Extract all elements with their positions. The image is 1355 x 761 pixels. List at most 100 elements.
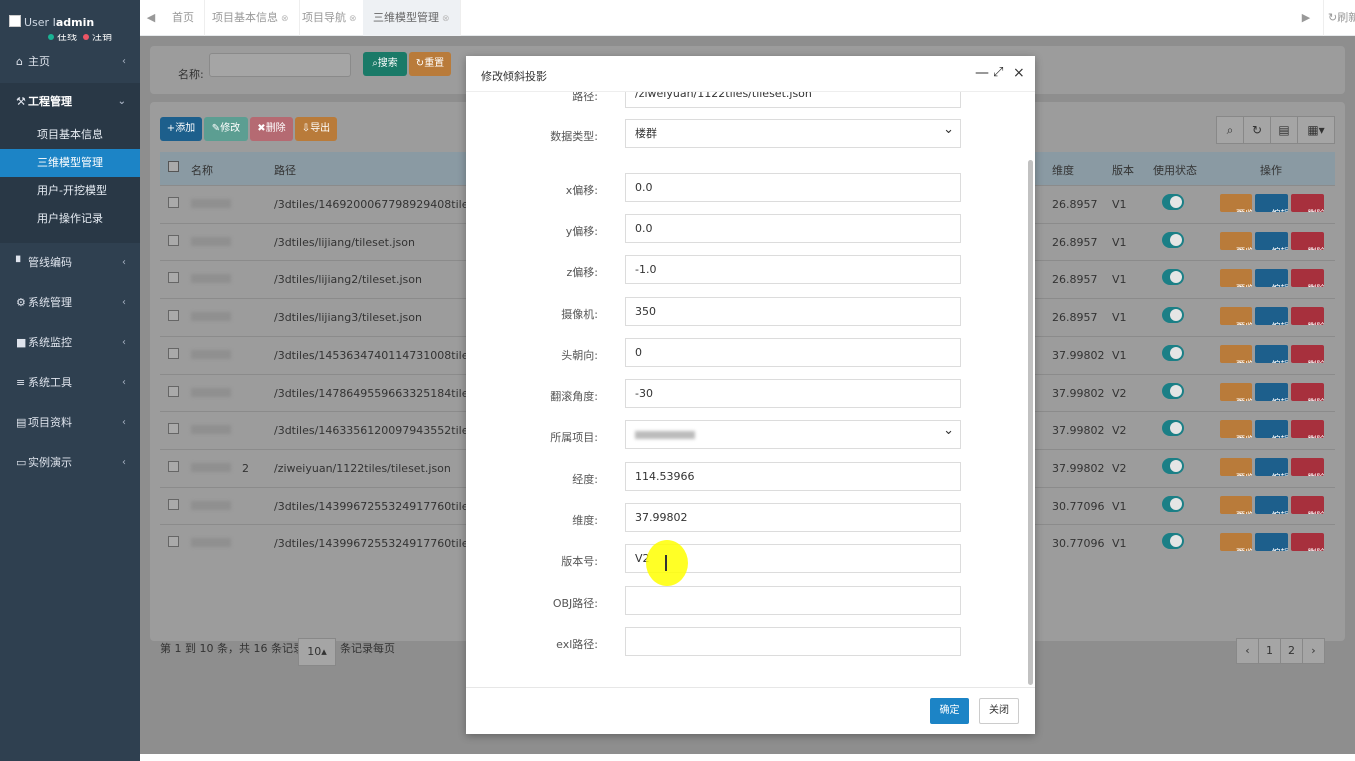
status-toggle[interactable] <box>1162 420 1184 437</box>
header-version[interactable]: 版本 <box>1112 162 1134 178</box>
status-logout[interactable]: 注销 <box>92 34 112 42</box>
preview-button[interactable]: ♟预览 <box>1220 231 1252 250</box>
tab-project-nav[interactable]: 项目导航 ⊗ <box>292 0 368 36</box>
tab-3d-models[interactable]: 三维模型管理 ⊗ <box>363 0 461 36</box>
menu-item-engineering[interactable]: ⚒ 工程管理 ⌄ <box>0 83 140 121</box>
row-edit-button[interactable]: ✎编辑 <box>1255 269 1288 288</box>
field-select[interactable]: 楼群 <box>625 116 961 148</box>
field-input[interactable]: 37.99802 <box>625 503 961 532</box>
page-prev[interactable]: ‹ <box>1236 638 1259 664</box>
preview-button[interactable]: ♟预览 <box>1220 382 1252 401</box>
field-select[interactable] <box>625 417 961 449</box>
row-checkbox[interactable] <box>168 423 179 435</box>
field-input[interactable]: -30 <box>625 379 961 408</box>
row-checkbox[interactable] <box>168 272 179 284</box>
preview-button[interactable]: ♟预览 <box>1220 533 1252 552</box>
row-delete-button[interactable]: ✖删除 <box>1291 533 1324 552</box>
menu-item-demo[interactable]: ▭ 实例演示 ‹ <box>0 443 140 483</box>
search-name-input[interactable] <box>209 53 351 77</box>
tab-project-info[interactable]: 项目基本信息 ⊗ <box>202 0 300 36</box>
status-toggle[interactable] <box>1162 382 1184 399</box>
status-toggle[interactable] <box>1162 495 1184 512</box>
row-delete-button[interactable]: ✖删除 <box>1291 344 1324 363</box>
menu-item-monitor[interactable]: ■ 系统监控 ‹ <box>0 323 140 363</box>
row-delete-button[interactable]: ✖删除 <box>1291 231 1324 250</box>
header-lat[interactable]: 维度 <box>1052 162 1074 178</box>
row-delete-button[interactable]: ✖删除 <box>1291 495 1324 514</box>
field-input[interactable] <box>625 586 961 615</box>
page-size-select[interactable]: 10▴ <box>298 638 336 666</box>
tabs-scroll-left-icon[interactable]: ◀ <box>140 0 162 36</box>
preview-button[interactable]: ♟预览 <box>1220 307 1252 326</box>
menu-item-home[interactable]: ⌂ 主页 ‹ <box>0 42 140 82</box>
row-checkbox[interactable] <box>168 197 179 208</box>
toggle-icon[interactable]: ▤ <box>1270 116 1298 144</box>
field-input[interactable]: /ziweiyuan/1122tiles/tileset.json <box>625 92 961 108</box>
delete-button[interactable]: ✖删除 <box>250 117 293 141</box>
close-icon[interactable]: ⊗ <box>281 14 289 24</box>
row-delete-button[interactable]: ✖删除 <box>1291 307 1324 326</box>
menu-item-pipeline[interactable]: ▘ 管线编码 ‹ <box>0 243 140 283</box>
add-button[interactable]: +添加 <box>160 117 202 141</box>
search-button[interactable]: ⌕搜索 <box>363 52 407 76</box>
status-toggle[interactable] <box>1162 457 1184 474</box>
header-ops[interactable]: 操作 <box>1260 162 1282 178</box>
field-input[interactable]: -1.0 <box>625 255 961 284</box>
row-edit-button[interactable]: ✎编辑 <box>1255 533 1288 552</box>
maximize-icon[interactable]: ⤢ <box>993 65 1003 80</box>
preview-button[interactable]: ♟预览 <box>1220 269 1252 288</box>
row-edit-button[interactable]: ✎编辑 <box>1255 194 1288 212</box>
export-button[interactable]: ⇩导出 <box>295 117 337 141</box>
row-checkbox[interactable] <box>168 460 179 472</box>
tab-home[interactable]: 首页 <box>162 0 205 36</box>
status-toggle[interactable] <box>1162 269 1184 286</box>
page-next[interactable]: › <box>1302 638 1325 664</box>
field-input[interactable] <box>625 627 961 656</box>
select-all-checkbox[interactable] <box>168 161 179 172</box>
row-edit-button[interactable]: ✎编辑 <box>1255 231 1288 250</box>
status-toggle[interactable] <box>1162 231 1184 248</box>
row-delete-button[interactable]: ✖删除 <box>1291 269 1324 288</box>
header-name[interactable]: 名称 <box>191 162 213 178</box>
row-edit-button[interactable]: ✎编辑 <box>1255 307 1288 326</box>
row-delete-button[interactable]: ✖删除 <box>1291 457 1324 476</box>
close-icon[interactable]: ⊗ <box>442 14 450 24</box>
row-edit-button[interactable]: ✎编辑 <box>1255 344 1288 363</box>
close-button[interactable]: 关闭 <box>979 698 1019 724</box>
confirm-button[interactable]: 确定 <box>930 698 969 724</box>
row-delete-button[interactable]: ✖删除 <box>1291 194 1324 212</box>
edit-button[interactable]: ✎修改 <box>204 117 248 141</box>
preview-button[interactable]: ♟预览 <box>1220 457 1252 476</box>
close-icon[interactable]: × <box>1013 65 1025 81</box>
submenu-item-3d-models[interactable]: 三维模型管理 <box>0 149 140 177</box>
row-checkbox[interactable] <box>168 310 179 322</box>
preview-button[interactable]: ♟预览 <box>1220 344 1252 363</box>
row-delete-button[interactable]: ✖删除 <box>1291 420 1324 439</box>
preview-button[interactable]: ♟预览 <box>1220 495 1252 514</box>
search-icon[interactable]: ⌕ <box>1216 116 1244 144</box>
row-checkbox[interactable] <box>168 347 179 359</box>
close-icon[interactable]: ⊗ <box>349 14 357 24</box>
row-edit-button[interactable]: ✎编辑 <box>1255 457 1288 476</box>
submenu-item-user-excavation[interactable]: 用户-开挖模型 <box>0 177 140 205</box>
field-input[interactable]: 0.0 <box>625 214 961 243</box>
row-checkbox[interactable] <box>168 234 179 246</box>
preview-button[interactable]: ♟预览 <box>1220 194 1252 212</box>
user-name[interactable]: User Iadmin <box>24 16 94 29</box>
refresh-button[interactable]: ↻刷新 <box>1323 0 1355 36</box>
modal-scrollbar[interactable] <box>1028 160 1033 685</box>
header-path[interactable]: 路径 <box>274 162 296 178</box>
minimize-icon[interactable]: — <box>975 65 989 81</box>
page-1[interactable]: 1 <box>1258 638 1281 664</box>
status-toggle[interactable] <box>1162 344 1184 361</box>
menu-item-docs[interactable]: ▤ 项目资料 ‹ <box>0 403 140 443</box>
status-toggle[interactable] <box>1162 307 1184 324</box>
status-toggle[interactable] <box>1162 194 1184 210</box>
preview-button[interactable]: ♟预览 <box>1220 420 1252 439</box>
reset-button[interactable]: ↻重置 <box>409 52 451 76</box>
field-input[interactable]: 0.0 <box>625 173 961 202</box>
submenu-item-user-logs[interactable]: 用户操作记录 <box>0 205 140 233</box>
refresh-icon[interactable]: ↻ <box>1243 116 1271 144</box>
field-input[interactable]: 114.53966 <box>625 462 961 491</box>
row-checkbox[interactable] <box>168 498 179 510</box>
